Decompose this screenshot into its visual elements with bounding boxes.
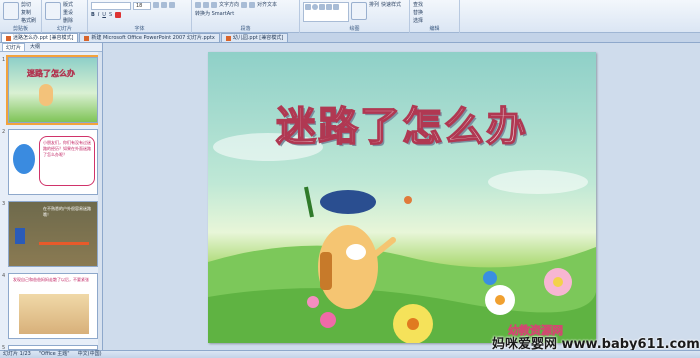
shrink-font-icon[interactable] <box>161 2 167 8</box>
tab-outline[interactable]: 大纲 <box>27 43 43 51</box>
panel-tabs: 幻灯片 大纲 <box>0 43 102 52</box>
document-tabs: 迷路怎么办.ppt [兼容模式] 新建 Microsoft Office Pow… <box>0 33 700 43</box>
child-illustration <box>15 228 25 244</box>
quick-styles-button[interactable]: 快速样式 <box>381 2 401 22</box>
doc-tab[interactable]: 迷路怎么办.ppt [兼容模式] <box>1 33 79 42</box>
align-center-icon[interactable] <box>249 2 256 8</box>
ribbon-group-clipboard: 剪切 复制 格式刷 剪贴板 <box>0 0 42 33</box>
clear-format-icon[interactable] <box>169 2 175 8</box>
font-name-field[interactable] <box>91 2 131 10</box>
ribbon-group-editing: 查找 替换 选择 编辑 <box>410 0 460 33</box>
font-size-field[interactable]: 18 <box>133 2 151 10</box>
ppt-file-icon <box>6 35 11 41</box>
doc-tab-label: 新建 Microsoft Office PowerPoint 2007 幻灯片.… <box>91 35 215 41</box>
doraemon-illustration <box>13 144 35 174</box>
shapes-gallery[interactable] <box>303 2 349 22</box>
ppt-file-icon <box>84 35 90 41</box>
character-illustration <box>39 84 53 106</box>
panel-scrollbar[interactable] <box>98 52 102 350</box>
speech-bubble: 小朋友们，你们有没有过迷路的经历？如果在外面迷路了怎么办呢？ <box>39 136 95 186</box>
arrange-button[interactable] <box>351 2 367 20</box>
ribbon-group-font: 18 B I U S 字体 <box>88 0 192 33</box>
status-bar: 幻灯片 1/23 "Office 主题" 中文(中国) <box>0 350 700 358</box>
italic-button[interactable]: I <box>98 12 99 19</box>
bullets-icon[interactable] <box>195 2 201 8</box>
replace-button[interactable]: 替换 <box>413 10 423 17</box>
ribbon-group-paragraph: 文字方向 对齐文本 转换为 SmartArt 段落 <box>192 0 300 33</box>
find-button[interactable]: 查找 <box>413 2 423 9</box>
thumb-caption: 发现自己和爸爸妈妈走散了以后，不要紧张 <box>13 277 89 282</box>
line-icon[interactable] <box>319 4 325 10</box>
tab-slides[interactable]: 幻灯片 <box>2 43 26 51</box>
format-painter-button[interactable]: 格式刷 <box>21 18 36 25</box>
slide-thumbnail[interactable]: 发现自己和爸爸妈妈走散了以后，不要紧张 <box>8 273 98 339</box>
slide-thumbnail[interactable]: 迷路了怎么办 <box>6 55 100 125</box>
slide-number: 3 <box>2 201 6 207</box>
flower-yellow <box>393 304 433 343</box>
delete-button[interactable]: 删除 <box>63 18 73 25</box>
ribbon-group-label: 字体 <box>134 26 145 32</box>
arrange-label: 排列 <box>369 2 380 8</box>
slide-thumbnail[interactable]: 小朋友们，你们有没有过迷路的经历？如果在外面迷路了怎么办呢？ <box>8 129 98 195</box>
ppt-file-icon <box>225 35 231 41</box>
slide-position: 幻灯片 1/23 <box>3 351 31 357</box>
theme-name: "Office 主题" <box>38 351 70 357</box>
ribbon: 剪切 复制 格式刷 剪贴板 版式 重设 删除 幻灯片 18 B I U S 字体 <box>0 0 700 33</box>
triangle-icon[interactable] <box>333 4 339 10</box>
street-illustration <box>19 294 89 334</box>
ribbon-group-label: 段落 <box>240 26 251 32</box>
flower-small <box>307 296 319 308</box>
slides-panel: 幻灯片 大纲 1 迷路了怎么办 2 小朋友们，你们有没有过迷路的经历？如果在外面… <box>0 43 103 351</box>
ribbon-group-label: 幻灯片 <box>56 26 72 32</box>
reset-button[interactable]: 重设 <box>63 10 73 17</box>
bird-shape <box>483 271 497 285</box>
ribbon-group-drawing: 排列 快速样式 绘图 <box>300 0 410 33</box>
ribbon-group-label: 编辑 <box>429 26 440 32</box>
doc-tab-label: 幼儿园.ppt [兼容模式] <box>232 35 284 41</box>
indent-icon[interactable] <box>211 2 217 8</box>
doc-tab[interactable]: 新建 Microsoft Office PowerPoint 2007 幻灯片.… <box>79 33 220 42</box>
slide-number: 2 <box>2 129 6 135</box>
bird-shape <box>404 196 412 204</box>
flower-pink <box>544 268 572 296</box>
numbering-icon[interactable] <box>203 2 209 8</box>
paste-button[interactable] <box>3 2 19 20</box>
underline-button[interactable]: U <box>102 12 106 19</box>
shadow-button[interactable]: S <box>109 12 112 19</box>
layout-button[interactable]: 版式 <box>63 2 73 9</box>
select-button[interactable]: 选择 <box>413 18 423 25</box>
rectangle-icon[interactable] <box>305 4 311 10</box>
current-slide[interactable]: 迷路了怎么办 幼教资源网 <box>208 52 596 343</box>
smartart-button[interactable]: 转换为 SmartArt <box>195 11 234 18</box>
slide-number: 4 <box>2 273 6 279</box>
text-direction-button[interactable]: 文字方向 <box>219 2 239 9</box>
align-left-icon[interactable] <box>241 2 248 8</box>
ribbon-group-label: 绘图 <box>349 26 360 32</box>
thumb-caption: 在不熟悉的户外很容易迷路哦！ <box>43 206 91 217</box>
cloud-shape <box>488 170 588 194</box>
bold-button[interactable]: B <box>91 12 95 19</box>
arrow-icon[interactable] <box>326 4 332 10</box>
thumb-title: 迷路了怎么办 <box>27 69 75 78</box>
slide-number: 1 <box>2 57 6 63</box>
doc-tab[interactable]: 幼儿园.ppt [兼容模式] <box>220 33 289 42</box>
copy-button[interactable]: 复制 <box>21 10 36 17</box>
flower-small <box>320 312 336 328</box>
language: 中文(中国) <box>77 351 102 357</box>
ribbon-group-slides: 版式 重设 删除 幻灯片 <box>42 0 88 33</box>
flower-white <box>485 285 515 315</box>
cut-button[interactable]: 剪切 <box>21 2 36 9</box>
slide-title[interactable]: 迷路了怎么办 <box>262 94 542 152</box>
align-text-button[interactable]: 对齐文本 <box>257 2 277 9</box>
doc-tab-label: 迷路怎么办.ppt [兼容模式] <box>13 35 74 41</box>
path-line <box>39 242 89 245</box>
font-color-icon[interactable] <box>115 12 122 18</box>
new-slide-button[interactable] <box>45 2 61 20</box>
slide-thumbnail[interactable]: 在不熟悉的户外很容易迷路哦！ <box>8 201 98 267</box>
ribbon-group-label: 剪贴板 <box>12 26 28 32</box>
oval-icon[interactable] <box>312 4 318 10</box>
grow-font-icon[interactable] <box>153 2 159 8</box>
slide-canvas: 迷路了怎么办 幼教资源网 <box>104 43 700 350</box>
